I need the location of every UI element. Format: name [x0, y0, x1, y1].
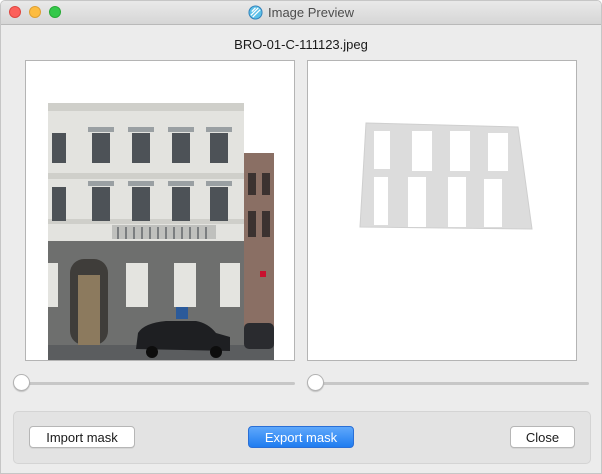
slider-knob[interactable] [13, 374, 30, 391]
right-zoom-slider[interactable] [307, 373, 591, 393]
slider-track [311, 382, 589, 385]
app-globe-icon [248, 5, 263, 20]
import-mask-button[interactable]: Import mask [29, 426, 135, 448]
image-preview-window: Image Preview BRO-01-C-111123.jpeg Impor… [0, 0, 602, 474]
slider-track [17, 382, 295, 385]
building-facade-photo [26, 61, 294, 360]
original-image-panel[interactable] [25, 60, 295, 361]
title-bar[interactable]: Image Preview [1, 1, 601, 25]
left-zoom-slider[interactable] [13, 373, 297, 393]
title-group: Image Preview [1, 1, 601, 24]
export-mask-button[interactable]: Export mask [248, 426, 354, 448]
mask-preview-panel[interactable] [307, 60, 577, 361]
facade-mask-preview [308, 61, 576, 360]
image-filename: BRO-01-C-111123.jpeg [234, 37, 368, 52]
slider-knob[interactable] [307, 374, 324, 391]
window-title: Image Preview [268, 5, 354, 20]
close-button[interactable]: Close [510, 426, 575, 448]
